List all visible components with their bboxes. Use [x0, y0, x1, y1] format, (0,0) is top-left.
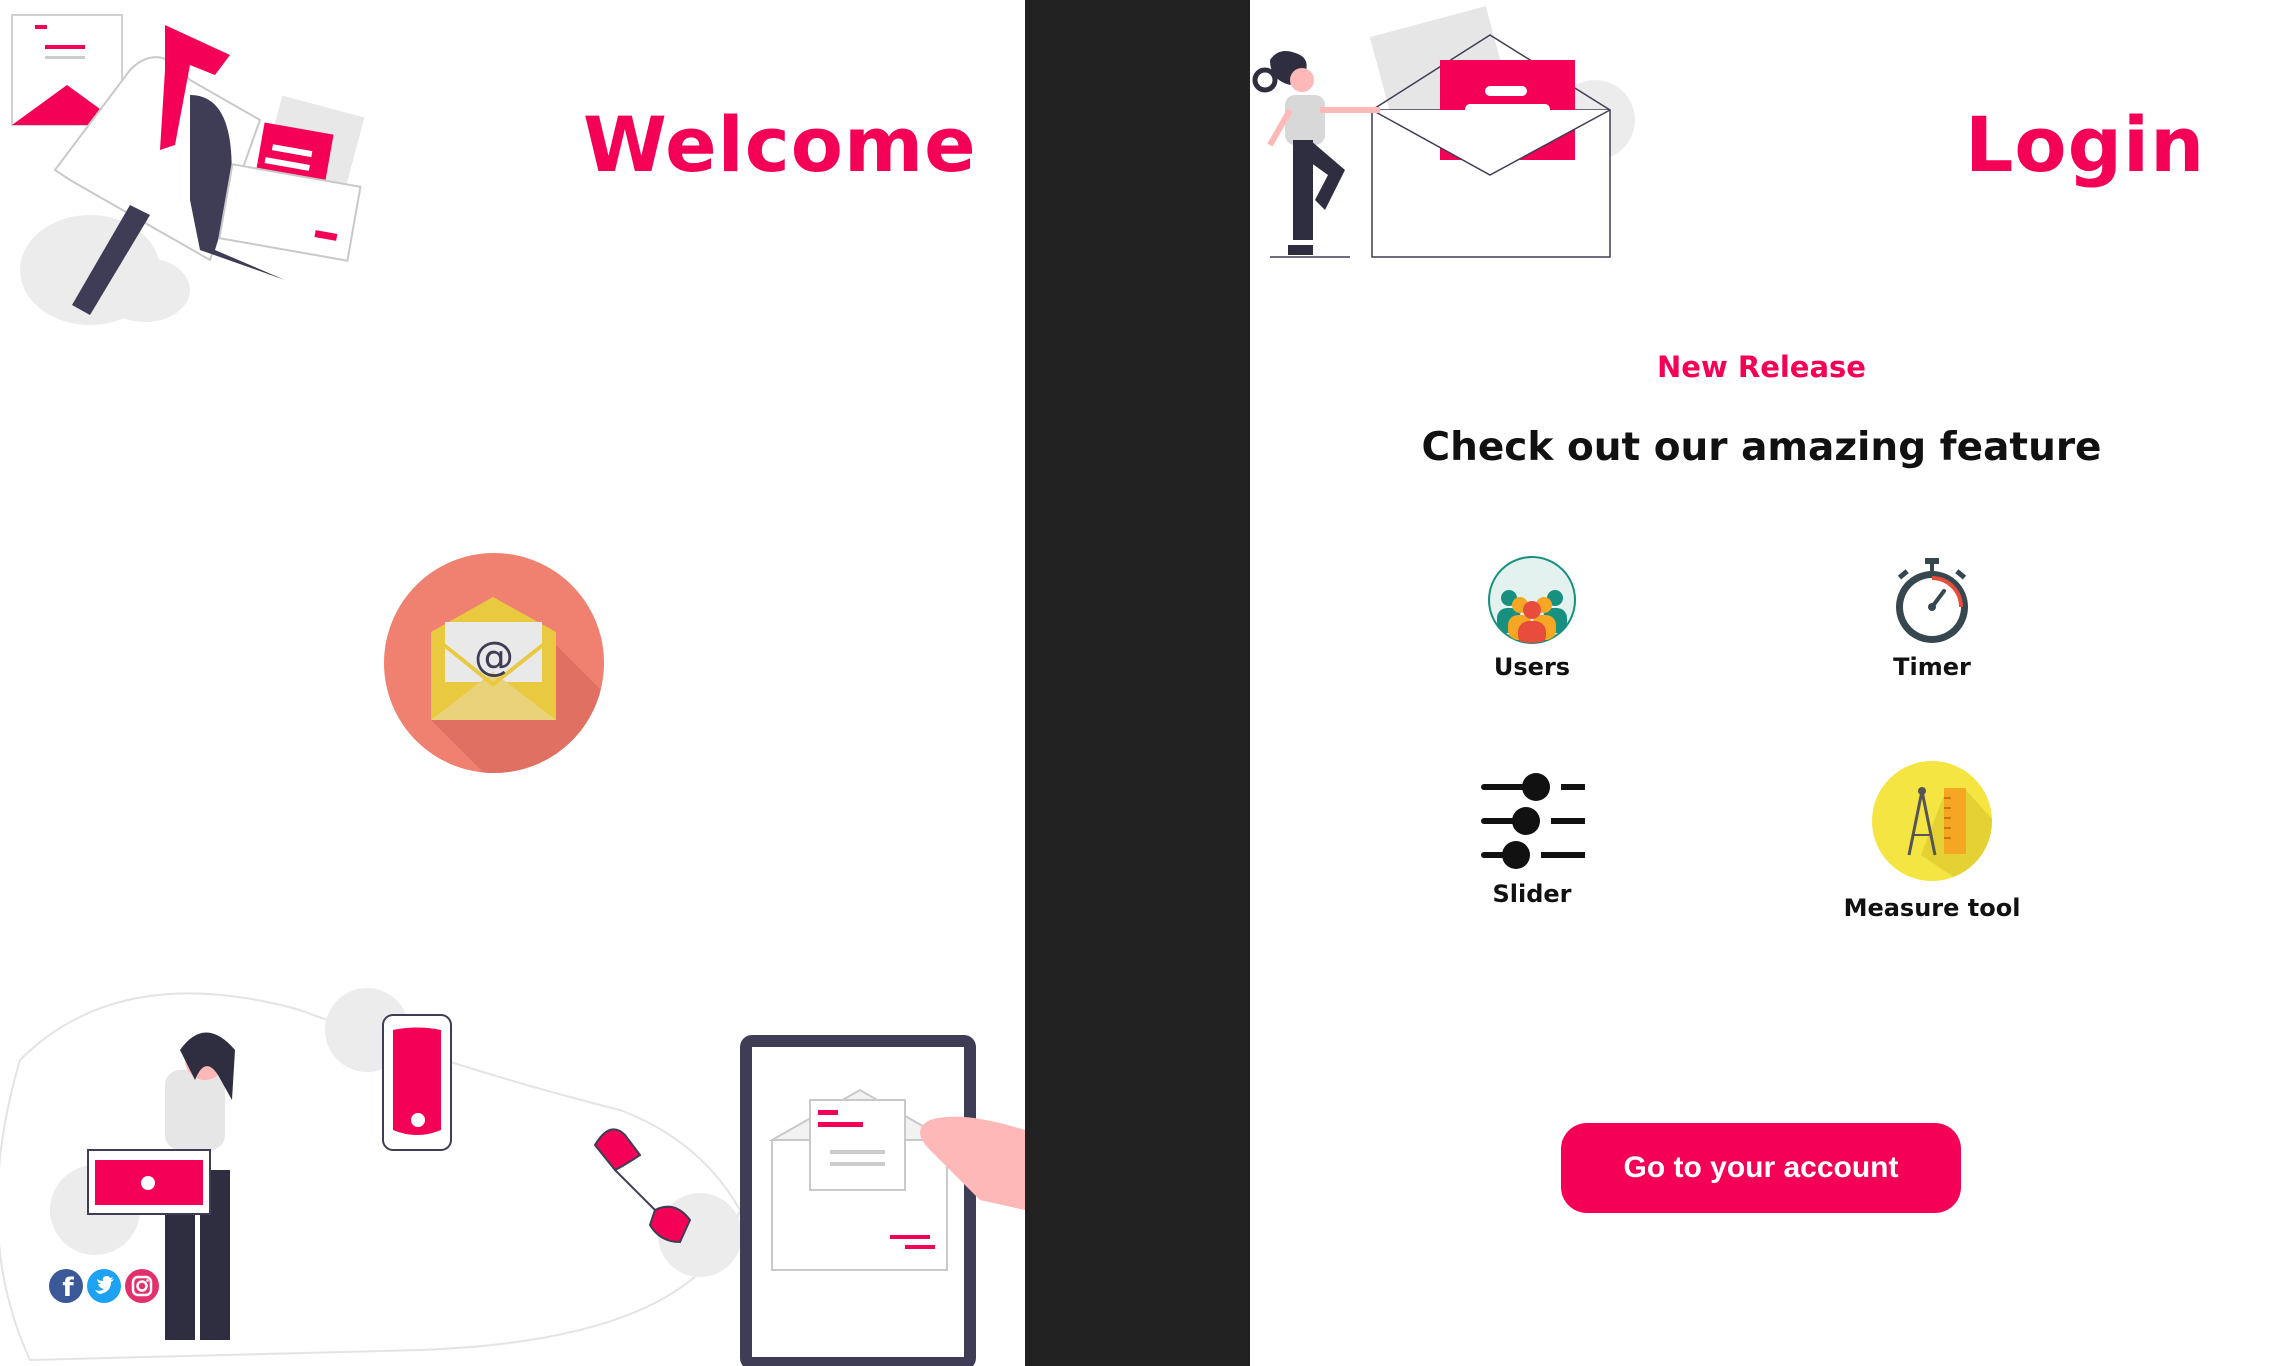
- feature-label: Measure tool: [1843, 894, 2021, 922]
- mailbox-illustration: [11, 14, 365, 325]
- feature-label: Timer: [1893, 653, 1971, 681]
- svg-text:@: @: [474, 634, 514, 680]
- panel-divider: [1025, 0, 1250, 1366]
- feature-label: Slider: [1492, 880, 1572, 908]
- users-icon: [1488, 556, 1576, 644]
- timer-icon: [1896, 558, 1968, 643]
- email-icon: @: [384, 553, 604, 773]
- feature-headline: Check out our amazing feature: [1421, 425, 2102, 470]
- facebook-icon[interactable]: f: [48, 1268, 84, 1304]
- new-release-badge: New Release: [1657, 350, 1866, 384]
- feature-measure-tool[interactable]: Measure tool: [1832, 760, 2032, 922]
- twitter-icon[interactable]: [86, 1268, 122, 1304]
- feature-users[interactable]: Users: [1472, 555, 1592, 681]
- login-title: Login: [1965, 100, 2206, 189]
- welcome-panel: Welcome @ f: [0, 0, 1025, 1366]
- go-to-account-button[interactable]: Go to your account: [1561, 1123, 1961, 1213]
- feature-timer[interactable]: Timer: [1872, 555, 1992, 681]
- slider-icon: [1481, 773, 1585, 869]
- feature-label: Users: [1493, 653, 1571, 681]
- contact-illustration: [0, 988, 1025, 1366]
- welcome-title: Welcome: [583, 100, 977, 189]
- social-links: f: [48, 1268, 160, 1304]
- feature-slider[interactable]: Slider: [1472, 770, 1592, 908]
- letter-illustration: [1252, 6, 1635, 258]
- svg-text:f: f: [62, 1273, 74, 1303]
- measure-tool-icon: [1872, 761, 1992, 881]
- instagram-icon[interactable]: [124, 1268, 160, 1304]
